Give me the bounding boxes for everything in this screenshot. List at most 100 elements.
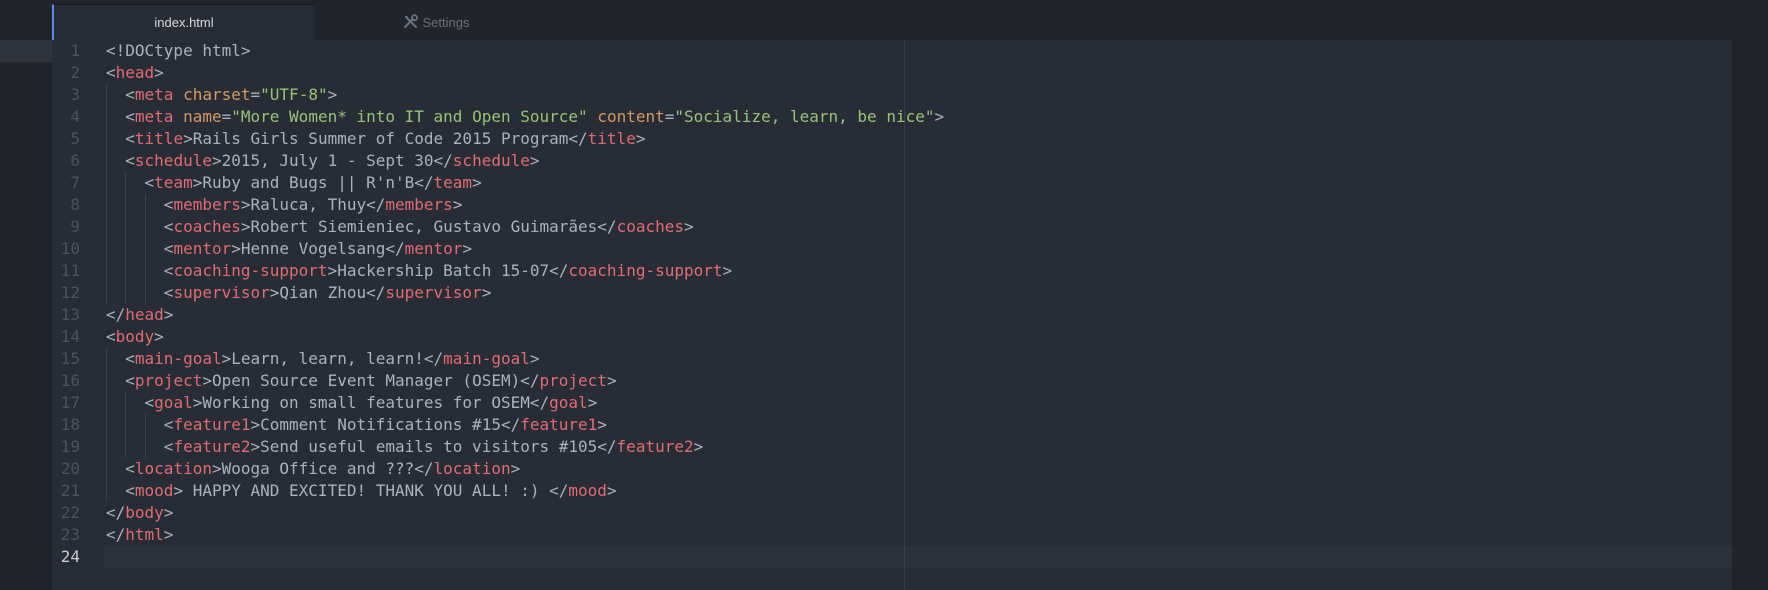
text-token: < — [125, 151, 135, 170]
text-token: > — [693, 437, 704, 456]
line-number-gutter[interactable]: 1 2 3 4 5 6 7 8 9 10 11 12 13 14 15 16 17 18 19 20 21 22 23 24 — [52, 40, 82, 590]
line-number: 18 — [60, 415, 80, 434]
code-line[interactable]: <!DOCtype html> — [106, 40, 251, 62]
text-token: > — [481, 283, 492, 302]
code-line[interactable]: <supervisor>Qian Zhou</supervisor> — [106, 282, 492, 304]
tag-token: title — [134, 129, 184, 148]
attribute-token: name — [183, 107, 222, 126]
tree-view-strip[interactable] — [0, 0, 52, 590]
code-line[interactable]: <head> — [106, 62, 164, 84]
tab-bar: index.html Settings — [52, 0, 1768, 41]
tag-token: location — [134, 459, 212, 478]
text-token: > — [510, 459, 521, 478]
attribute-token: content — [597, 107, 665, 126]
code-line[interactable]: <mood> HAPPY AND EXCITED! THANK YOU ALL!… — [106, 480, 617, 502]
text-token: > — [606, 481, 617, 500]
text-token: < — [106, 327, 116, 346]
code-line[interactable]: <main-goal>Learn, learn, learn!</main-go… — [106, 348, 540, 370]
code-line[interactable]: <title>Rails Girls Summer of Code 2015 P… — [106, 128, 645, 150]
code-line[interactable]: < goal>Working on small features for OSEM… — [106, 392, 598, 414]
tag-token: mood — [134, 481, 174, 500]
tag-token: feature2 — [173, 437, 251, 456]
text-token: > — [327, 85, 338, 104]
tab-settings[interactable]: Settings — [376, 4, 496, 40]
tab-index-html[interactable]: index.html — [52, 4, 314, 40]
text-token: = — [250, 85, 261, 104]
line-number: 5 — [70, 129, 80, 148]
code-line[interactable]: <feature1>Comment Notifications #15</fea… — [106, 414, 607, 436]
code-line[interactable]: <coaches>Robert Siemieniec, Gustavo Guim… — [106, 216, 694, 238]
tag-token: main-goal — [443, 349, 530, 368]
code-line[interactable]: </body> — [106, 502, 173, 524]
code-line[interactable]: <team>Ruby and Bugs || R'n'B</team> — [106, 172, 482, 194]
text-token: < — [144, 393, 155, 412]
tag-token: members — [173, 195, 241, 214]
tag-token: location — [433, 459, 511, 478]
text-token: < — [163, 415, 174, 434]
text-token: </ — [106, 525, 126, 544]
line-number: 15 — [60, 349, 80, 368]
tag-token: supervisor — [173, 283, 270, 302]
tag-token: schedule — [134, 151, 212, 170]
code-line[interactable]: </html> — [106, 524, 173, 546]
code-line[interactable]: <coaching-support>Hackership Batch 15-07… — [106, 260, 732, 282]
code-line[interactable]: <meta charset="UTF-8"> — [106, 84, 337, 106]
tag-token: goal — [549, 393, 588, 412]
code-line[interactable]: <meta name="More Women* into IT and Open… — [106, 106, 944, 128]
text-token: < — [163, 437, 174, 456]
text-token: > — [472, 173, 482, 192]
text-token: >Learn, learn, learn!</ — [221, 349, 444, 368]
code-line[interactable]: <feature2>Send useful emails to visitors… — [106, 436, 703, 458]
tag-token: coaching-support — [568, 261, 723, 280]
text-token: > — [684, 217, 694, 236]
code-editor[interactable]: 1 2 3 4 5 6 7 8 9 10 11 12 13 14 15 16 17 18 19 20 21 22 23 24 … — [52, 40, 1732, 590]
text-token: < — [163, 239, 174, 258]
editor-window: index.html Settings 1 2 3 4 5 6 7 8 9 10 11 12 13 14 1… — [0, 0, 1768, 590]
code-line[interactable]: <project>Open Source Event Manager (OSEM… — [106, 370, 616, 392]
text-token: > HAPPY AND EXCITED! THANK YOU ALL! :) <… — [173, 481, 569, 500]
line-number: 8 — [70, 195, 80, 214]
text-token: = — [221, 107, 232, 126]
text-token: >Working on small features for OSEM</ — [192, 393, 550, 412]
code-line[interactable]: <location>Wooga Office and ???</location… — [106, 458, 520, 480]
tag-token: main-goal — [134, 349, 222, 368]
tag-token: feature2 — [616, 437, 694, 456]
text-token: < — [125, 107, 135, 126]
text-token: > — [635, 129, 646, 148]
text-token: = — [664, 107, 675, 126]
code-line[interactable]: </head> — [106, 304, 173, 326]
tag-token: html — [125, 525, 164, 544]
tag-token: team — [154, 173, 193, 192]
tab-label: Settings — [422, 14, 470, 30]
tree-view-selected-row[interactable] — [0, 40, 52, 62]
tag-token: meta — [134, 85, 174, 104]
text-token: >2015, July 1 - Sept 30</ — [211, 151, 453, 170]
tag-token: project — [539, 371, 607, 390]
code-line[interactable]: <body> — [106, 326, 164, 348]
code-line[interactable]: <mentor>Henne Vogelsang</mentor> — [106, 238, 472, 260]
text-token: > — [154, 327, 164, 346]
text-token: > — [529, 151, 540, 170]
tag-token: project — [134, 371, 203, 390]
text-token: > — [529, 349, 540, 368]
indent-guide — [125, 392, 127, 458]
code-line[interactable]: <members>Raluca, Thuy</members> — [106, 194, 463, 216]
text-token: < — [125, 85, 135, 104]
line-number: 2 — [70, 63, 80, 82]
text-token: > — [452, 195, 463, 214]
text-token: >Ruby and Bugs || R'n'B</ — [192, 173, 434, 192]
text-token: > — [587, 393, 598, 412]
text-token: < — [125, 371, 135, 390]
code-line[interactable]: <schedule>2015, July 1 - Sept 30</schedu… — [106, 150, 540, 172]
line-number: 12 — [60, 283, 80, 302]
tag-token: mentor — [173, 239, 232, 258]
line-number: 7 — [70, 173, 80, 192]
code-lines[interactable]: <!DOCtype html> <head> <meta charset="UTF… — [106, 40, 1726, 590]
